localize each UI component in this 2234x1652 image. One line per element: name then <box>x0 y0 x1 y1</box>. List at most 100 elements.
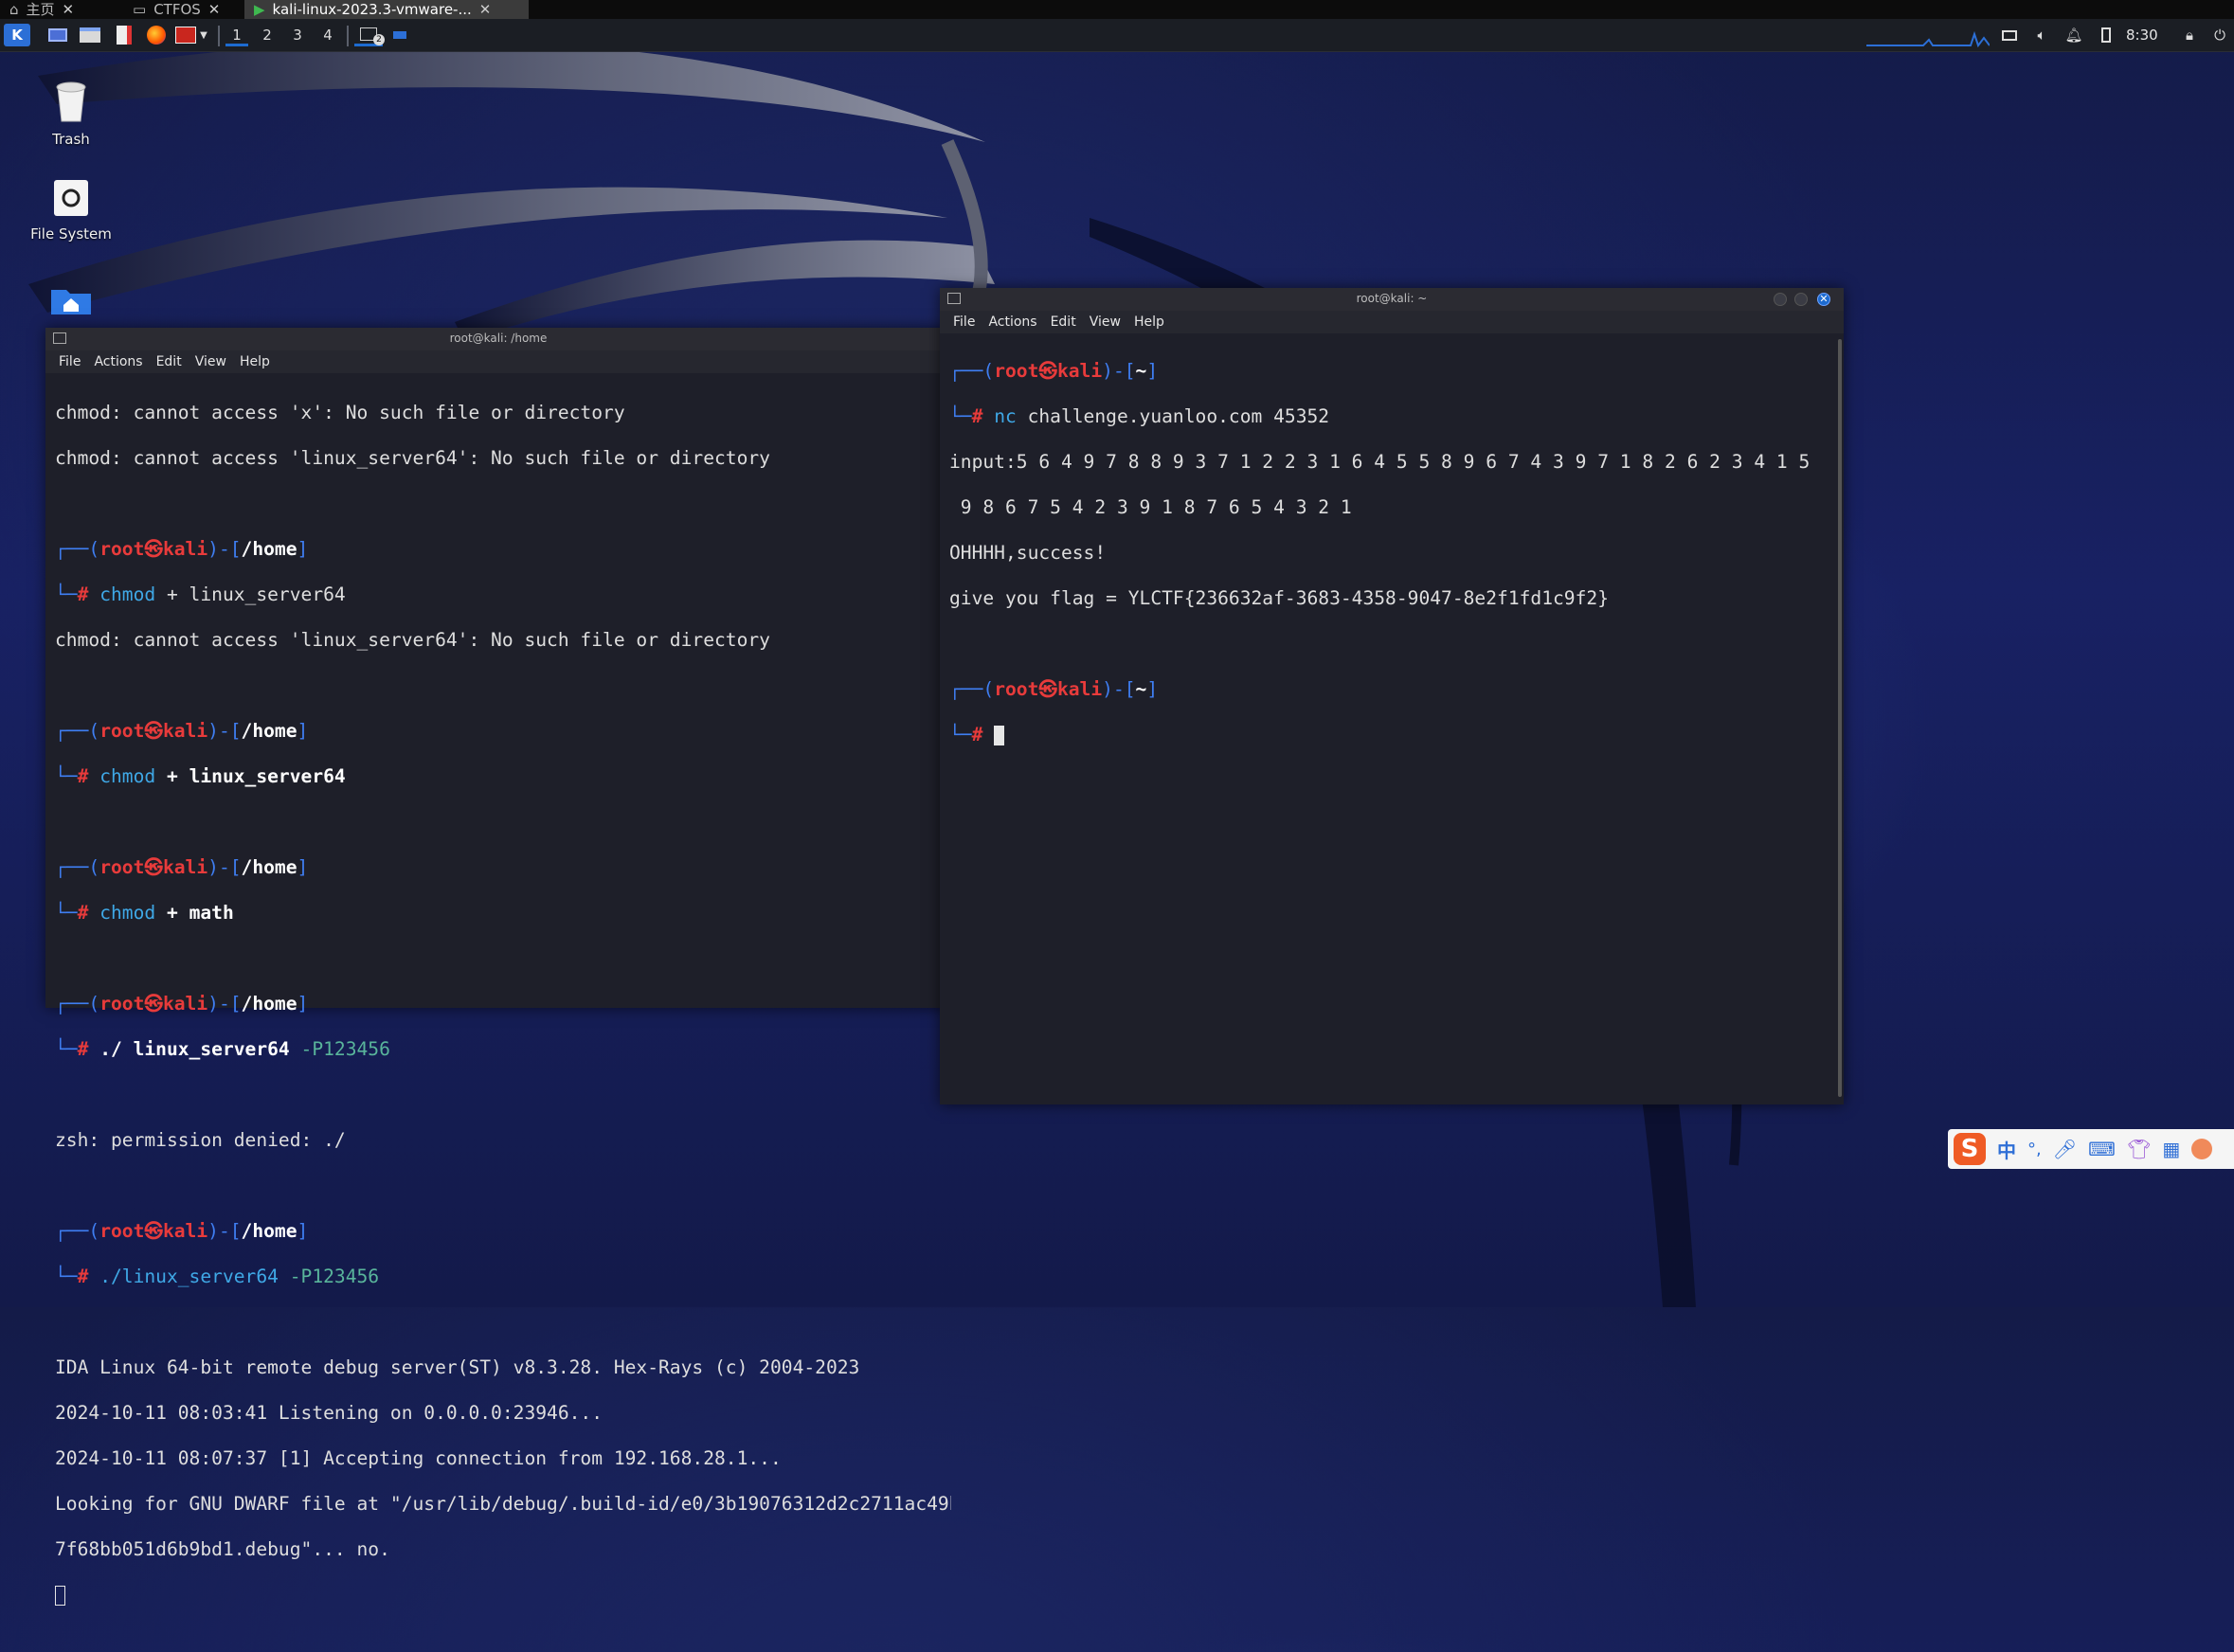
command-line: └─# chmod + math <box>55 902 234 924</box>
host-tab-kali[interactable]: ▶ kali-linux-2023.3-vmware-... ✕ <box>244 0 529 19</box>
ime-punctuation-toggle[interactable]: °, <box>2027 1140 2042 1159</box>
menu-edit[interactable]: Edit <box>1051 314 1076 330</box>
lock-icon: 🔒︎ <box>2186 27 2193 44</box>
notifications-button[interactable]: 🔔︎ <box>2063 24 2084 46</box>
host-tab-ctfos[interactable]: ▭ CTFOS ✕ <box>123 0 232 19</box>
microphone-icon[interactable]: 🎤︎ <box>2053 1138 2077 1160</box>
terminal-window-home[interactable]: root@kali: /home File Actions Edit View … <box>45 328 951 1606</box>
menu-view[interactable]: View <box>1090 314 1121 330</box>
output-line: 2024-10-11 08:03:41 Listening on 0.0.0.0… <box>55 1402 604 1424</box>
command-line: └─# chmod + linux_server64 <box>55 765 346 787</box>
host-tab-strip: ⌂ 主页 ✕ ▭ CTFOS ✕ ▶ kali-linux-2023.3-vmw… <box>0 0 2234 19</box>
menu-edit[interactable]: Edit <box>156 354 182 369</box>
menu-file[interactable]: File <box>59 354 81 369</box>
command-line: └─# <box>949 724 1844 746</box>
terminal-window-root[interactable]: root@kali: ~ ✕ File Actions Edit View He… <box>940 288 1844 1104</box>
window-titlebar[interactable]: root@kali: /home <box>45 328 951 350</box>
panel-separator <box>218 26 220 46</box>
prompt-line: ┌──(root㉿kali)-[~] <box>949 678 1159 700</box>
desktop-icon-trash[interactable]: Trash <box>19 78 123 148</box>
prompt-line: ┌──(root㉿kali)-[/home] <box>55 856 309 878</box>
desktop-icon <box>48 28 67 42</box>
menu-actions[interactable]: Actions <box>988 314 1036 330</box>
terminal-red-icon <box>175 27 197 44</box>
terminal-launcher-dropdown[interactable]: ▼ <box>172 24 210 46</box>
terminal-output[interactable]: chmod: cannot access 'x': No such file o… <box>45 373 951 1652</box>
taskbar-window-indicator[interactable] <box>392 24 407 46</box>
terminal-output[interactable]: ┌──(root㉿kali)-[~] └─# nc challenge.yuan… <box>940 333 1844 792</box>
keyboard-icon[interactable]: ⌨ <box>2088 1138 2116 1160</box>
output-line: chmod: cannot access 'linux_server64': N… <box>55 447 770 469</box>
maximize-button[interactable] <box>1794 293 1808 306</box>
output-line: chmod: cannot access 'x': No such file o… <box>55 402 625 423</box>
desktop-icon-home[interactable] <box>19 284 123 320</box>
skin-icon[interactable]: 👕︎ <box>2127 1138 2151 1160</box>
workspace-1[interactable]: 1 <box>225 24 248 46</box>
output-line: 2024-10-11 08:07:37 [1] Accepting connec… <box>55 1447 782 1469</box>
prompt-line: ┌──(root㉿kali)-[/home] <box>55 538 309 560</box>
command-line: └─# ./linux_server64 -P123456 <box>55 1266 380 1287</box>
avatar-icon[interactable] <box>2191 1139 2213 1159</box>
workspace-2[interactable]: 2 <box>256 24 279 46</box>
host-tab-home[interactable]: ⌂ 主页 ✕ <box>0 0 109 19</box>
close-icon[interactable]: ✕ <box>63 2 75 17</box>
taskbar-terminal-group[interactable]: 2 <box>354 24 385 46</box>
minimize-button[interactable] <box>1774 293 1787 306</box>
window-titlebar[interactable]: root@kali: ~ ✕ <box>940 288 1844 311</box>
input-method-bar[interactable]: S 中 °, 🎤︎ ⌨ 👕︎ ▦ <box>1948 1129 2234 1169</box>
menu-file[interactable]: File <box>953 314 975 330</box>
terminal-menubar: File Actions Edit View Help <box>940 311 1844 333</box>
kali-menu-button[interactable]: K <box>4 24 30 46</box>
trash-icon <box>56 81 86 122</box>
vm-running-icon: ▶ <box>254 1 265 18</box>
show-desktop-button[interactable] <box>45 24 70 46</box>
output-line: Looking for GNU DWARF file at "/usr/lib/… <box>55 1493 951 1515</box>
toolbox-icon[interactable]: ▦ <box>2162 1138 2180 1160</box>
panel-separator <box>347 26 349 46</box>
flag-output-line: give you flag = YLCTF{236632af-3683-4358… <box>949 587 1609 609</box>
clock[interactable]: 8:30 <box>2126 24 2158 46</box>
menu-help[interactable]: Help <box>240 354 270 369</box>
close-button[interactable]: ✕ <box>1817 293 1830 306</box>
top-panel: K ▼ 1 2 3 4 2 🔈︎ 🔔︎ 8:30 🔒︎ ⏻ <box>0 19 2234 52</box>
home-icon: ⌂ <box>9 1 19 18</box>
display-settings-button[interactable] <box>1999 24 2020 46</box>
vm-icon: ▭ <box>133 1 147 18</box>
workspace-3[interactable]: 3 <box>286 24 309 46</box>
prompt-line: ┌──(root㉿kali)-[/home] <box>55 720 309 742</box>
power-icon: ⏻ <box>2214 27 2225 44</box>
desktop: { "host_tabs": [ {"label": "主页", "active… <box>0 0 2234 1606</box>
prompt-line: ┌──(root㉿kali)-[/home] <box>55 993 309 1015</box>
ime-language-toggle[interactable]: 中 <box>1997 1136 2016 1163</box>
menu-help[interactable]: Help <box>1134 314 1164 330</box>
window-indicator-icon <box>393 31 406 39</box>
output-line: zsh: permission denied: ./ <box>55 1129 346 1151</box>
workspace-4[interactable]: 4 <box>316 24 339 46</box>
file-manager-launcher[interactable] <box>78 24 102 46</box>
command-line: └─# chmod + linux_server64 <box>55 584 346 605</box>
text-editor-launcher[interactable] <box>112 24 136 46</box>
firefox-launcher[interactable] <box>144 24 169 46</box>
scrollbar[interactable] <box>1838 339 1842 1097</box>
menu-actions[interactable]: Actions <box>94 354 142 369</box>
text-cursor <box>994 726 1005 745</box>
lock-screen-button[interactable]: 🔒︎ <box>2179 24 2200 46</box>
drive-icon <box>54 180 88 216</box>
output-line: 7f68bb051d6b9bd1.debug"... no. <box>55 1538 390 1560</box>
menu-view[interactable]: View <box>195 354 226 369</box>
sogou-logo-icon[interactable]: S <box>1954 1133 1986 1165</box>
home-folder-icon <box>51 290 91 314</box>
power-manager-button[interactable] <box>2096 24 2117 46</box>
output-line: chmod: cannot access 'linux_server64': N… <box>55 629 770 651</box>
prompt-line: ┌──(root㉿kali)-[~] <box>949 360 1159 382</box>
terminal-menubar: File Actions Edit View Help <box>45 350 951 373</box>
close-icon[interactable]: ✕ <box>479 2 492 17</box>
volume-button[interactable]: 🔈︎ <box>2031 24 2052 46</box>
close-icon[interactable]: ✕ <box>208 2 221 17</box>
close-icon: ✕ <box>1819 293 1829 305</box>
logout-button[interactable]: ⏻ <box>2209 24 2230 46</box>
output-line: 9 8 6 7 5 4 2 3 9 1 8 7 6 5 4 3 2 1 <box>949 496 1352 518</box>
output-line: IDA Linux 64-bit remote debug server(ST)… <box>55 1356 860 1378</box>
command-line: └─# ./ linux_server64 -P123456 <box>55 1038 390 1060</box>
desktop-icon-file-system[interactable]: File System <box>19 178 123 242</box>
